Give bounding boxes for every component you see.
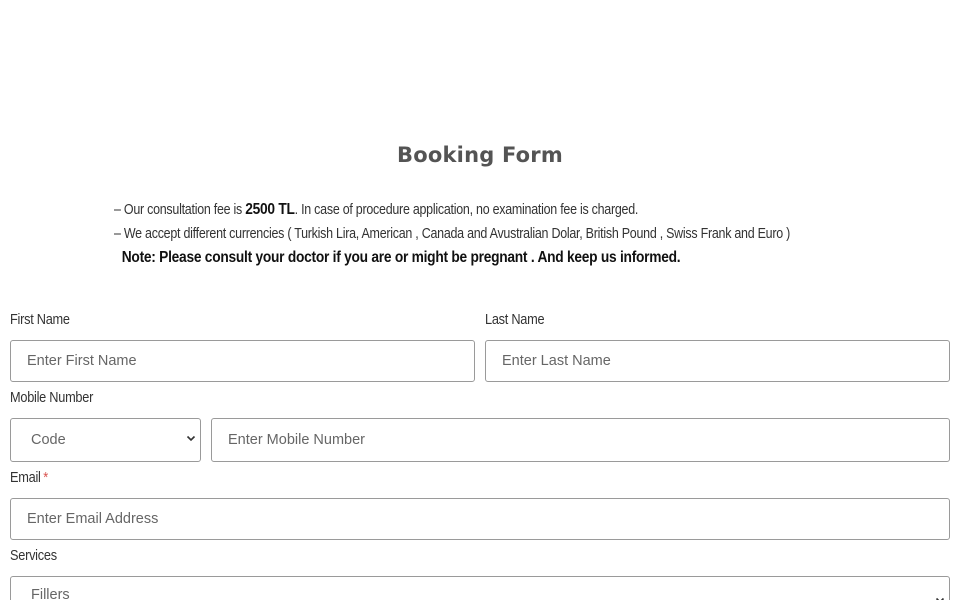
fee-info-prefix: – Our consultation fee is: [114, 202, 246, 218]
chevron-down-icon: [935, 595, 945, 600]
fee-info-suffix: . In case of procedure application, no e…: [294, 202, 639, 218]
fee-info-line: – Our consultation fee is 2500 TL. In ca…: [114, 198, 819, 222]
email-label: Email *: [10, 470, 48, 486]
country-code-value: Code: [31, 432, 66, 448]
mobile-number-input[interactable]: [211, 418, 950, 462]
required-marker: *: [43, 470, 48, 486]
info-text-block: – Our consultation fee is 2500 TL. In ca…: [114, 198, 819, 270]
country-code-select[interactable]: Code: [10, 418, 201, 462]
fee-amount: 2500 TL: [245, 201, 295, 218]
services-select[interactable]: Fillers: [10, 576, 950, 600]
first-name-input[interactable]: [10, 340, 475, 382]
chevron-down-icon: [186, 433, 196, 443]
email-label-text: Email: [10, 470, 41, 486]
services-label: Services: [10, 548, 57, 564]
currency-info-line: – We accept different currencies ( Turki…: [114, 226, 791, 242]
last-name-input[interactable]: [485, 340, 950, 382]
pregnancy-note: Note: Please consult your doctor if you …: [121, 249, 681, 266]
page-title: Booking Form: [397, 143, 563, 167]
services-value: Fillers: [31, 587, 70, 600]
mobile-number-label: Mobile Number: [10, 390, 94, 406]
first-name-label: First Name: [10, 312, 70, 328]
email-input[interactable]: [10, 498, 950, 540]
last-name-label: Last Name: [485, 312, 545, 328]
